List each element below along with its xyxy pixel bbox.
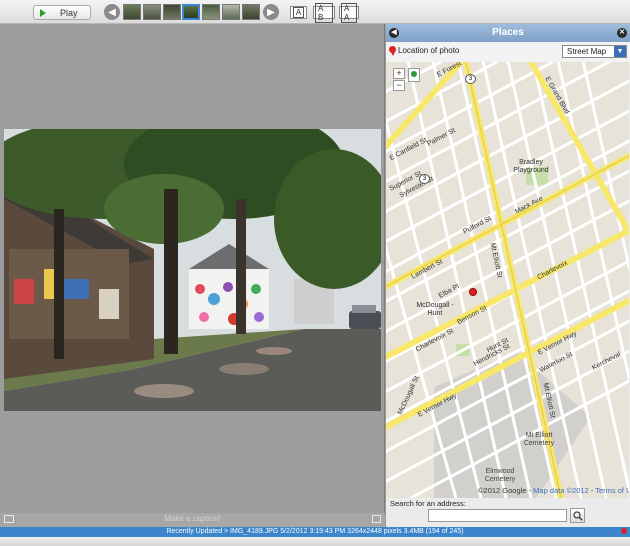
location-pin-icon[interactable] [621,528,627,534]
address-search-input[interactable] [428,509,567,522]
previous-arrow-icon[interactable]: ◀ [104,4,120,20]
collapse-icon[interactable]: ◀ [389,28,399,38]
thumbnail[interactable] [202,4,220,20]
map-data-link[interactable]: Map data ©2012 [533,486,589,495]
location-label: Location of photo [398,46,460,55]
search-icon [572,510,583,521]
close-icon[interactable]: ✕ [617,28,627,38]
street-map [386,62,629,498]
status-bar: Recently Updated > IMG_4189.JPG 5/2/2012… [0,527,630,537]
street-view-pin-icon[interactable] [408,68,420,82]
map-view[interactable]: + − Bradley Playground McDougall - Hunt … [386,62,629,498]
caption-bar[interactable]: Make a caption! [0,513,385,527]
places-panel: ◀ Places ✕ Location of photo Street Map … [386,24,630,527]
side-by-side-button[interactable]: A A [339,2,359,23]
photo [4,129,381,411]
route-shield: 3 [465,74,476,84]
map-label: McDougall - Hunt [416,302,454,317]
expand-icon[interactable] [372,515,381,523]
map-type-select[interactable]: Street Map ▼ [562,45,627,58]
location-row: Location of photo Street Map ▼ [386,42,630,62]
search-button[interactable] [570,508,585,523]
zoom-in-button[interactable]: + [393,68,405,79]
map-label: Mt Elliott Cemetery [523,432,555,447]
play-button[interactable]: Play [33,5,91,20]
thumbnail[interactable] [143,4,161,20]
thumbnail-selected[interactable] [182,4,200,20]
bottom-toolbar [0,537,630,546]
terms-link[interactable]: Terms of Use [595,486,629,495]
zoom-out-button[interactable]: − [393,80,405,91]
map-label: Bradley Playground [513,159,549,174]
thumbnail[interactable] [222,4,240,20]
places-header: ◀ Places ✕ [386,24,630,42]
compare-view-button[interactable]: A B [313,2,335,23]
map-pin-icon [389,46,396,56]
photo-location-marker[interactable] [469,288,477,296]
next-arrow-icon[interactable]: ▶ [263,4,279,20]
route-shield: 3 [419,174,430,184]
chevron-down-icon: ▼ [614,46,626,57]
status-text: Recently Updated > IMG_4189.JPG 5/2/2012… [166,528,464,535]
map-copyright: ©2012 Google [478,486,527,495]
caption-input[interactable]: Make a caption! [0,514,385,523]
play-icon [40,8,46,17]
places-title: Places [492,27,524,38]
top-toolbar: Play ◀ ▶ A A B A A [0,0,630,24]
map-type-value: Street Map [567,47,607,56]
search-label: Search for an address: [390,499,466,508]
thumbnail[interactable] [242,4,260,20]
map-label: Elmwood Cemetery [484,468,516,483]
street-photo-image [4,129,381,411]
thumbnail[interactable] [163,4,181,20]
thumbnail[interactable] [123,4,141,20]
map-attribution: ©2012 Google - Map data ©2012 - Terms of… [478,486,629,495]
play-label: Play [60,7,78,18]
photo-viewer: Make a caption! [0,24,385,527]
single-view-button[interactable]: A [290,6,307,19]
